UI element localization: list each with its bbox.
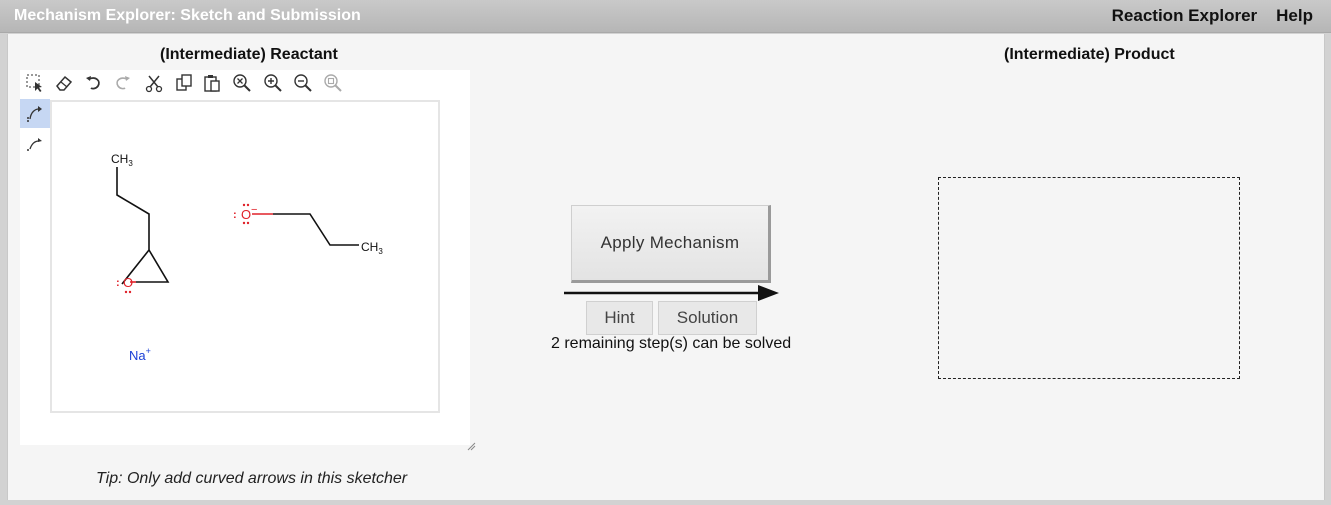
molecule-canvas[interactable]: CH3 O : O − : CH3 Na+: [50, 100, 440, 413]
remaining-steps-text: 2 remaining step(s) can be solved: [551, 335, 792, 352]
apply-mechanism-button[interactable]: Apply Mechanism: [571, 205, 771, 283]
product-drop-area[interactable]: [938, 177, 1240, 379]
product-heading: (Intermediate) Product: [1004, 46, 1175, 63]
alkoxide-charge: −: [251, 204, 257, 216]
alkoxide-lone-pair-left: :: [233, 209, 237, 221]
epoxide-oxygen-atom: O: [123, 275, 133, 290]
resize-handle-icon[interactable]: [466, 441, 476, 451]
reactant-heading: (Intermediate) Reactant: [160, 46, 338, 63]
copy-icon[interactable]: [173, 72, 195, 94]
sketcher-tip: Tip: Only add curved arrows in this sket…: [96, 470, 408, 487]
app-title: Mechanism Explorer: Sketch and Submissio…: [14, 7, 361, 24]
menu-reaction-explorer[interactable]: Reaction Explorer: [1112, 6, 1258, 26]
paste-icon[interactable]: [201, 72, 223, 94]
epoxide-ch3-label: CH3: [111, 152, 133, 168]
epoxide-lone-pair-left: :: [116, 277, 120, 289]
epoxide-lone-pair-bottom: [124, 290, 132, 294]
undo-icon[interactable]: [83, 72, 105, 94]
zoom-out-icon[interactable]: [292, 72, 314, 94]
curved-arrow-single-electron-icon[interactable]: [20, 129, 50, 158]
top-menu: Reaction Explorer Help: [1112, 6, 1313, 26]
eraser-icon[interactable]: [53, 72, 75, 94]
solution-button[interactable]: Solution: [658, 301, 757, 335]
title-bar: Mechanism Explorer: Sketch and Submissio…: [0, 0, 1331, 33]
hint-button[interactable]: Hint: [586, 301, 653, 335]
zoom-in-icon[interactable]: [262, 72, 284, 94]
menu-help[interactable]: Help: [1276, 6, 1313, 26]
molecule-drawing: CH3 O : O − : CH3 Na+: [111, 152, 383, 363]
alkoxide-ch3-label: CH3: [361, 240, 383, 256]
sketcher-toolbar: [20, 70, 470, 98]
zoom-reset-icon[interactable]: [231, 72, 253, 94]
cut-icon[interactable]: [143, 72, 165, 94]
select-icon[interactable]: [24, 72, 46, 94]
redo-icon[interactable]: [111, 72, 133, 94]
curved-arrow-electron-pair-icon[interactable]: [20, 99, 50, 128]
zoom-fit-icon[interactable]: [322, 72, 344, 94]
alkoxide-oxygen-atom: O: [241, 207, 251, 222]
sodium-ion: Na+: [129, 346, 151, 363]
